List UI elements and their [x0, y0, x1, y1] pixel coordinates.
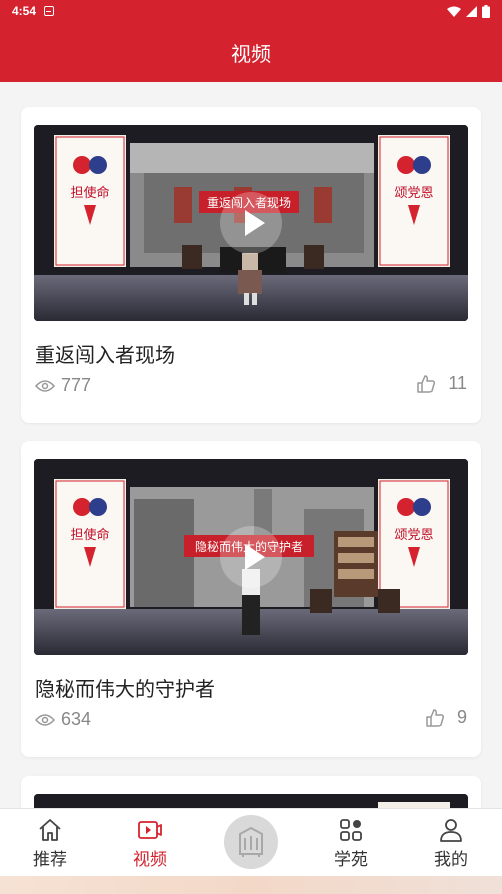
video-list[interactable]: 担使命 颂党恩 重返闯入者现场 重返闯入者现场 777 11 担使命 颂党恩 隐… — [0, 82, 502, 808]
video-thumbnail[interactable] — [34, 794, 468, 808]
video-title[interactable]: 隐秘而伟大的守护者 — [35, 673, 215, 702]
nav-item-recommend[interactable]: 推荐 — [10, 809, 90, 877]
nav-label: 推荐 — [33, 850, 67, 870]
view-count: 634 — [35, 709, 91, 730]
page-title: 视频 — [231, 41, 271, 66]
notification-icon — [44, 6, 55, 16]
play-icon[interactable] — [220, 526, 282, 588]
view-count-value: 777 — [61, 375, 92, 395]
status-bar: 4:54 — [0, 0, 502, 22]
video-thumbnail[interactable]: 担使命 颂党恩 重返闯入者现场 — [34, 125, 468, 321]
nav-label: 视频 — [133, 850, 167, 870]
nav-item-video[interactable]: 视频 — [110, 809, 190, 877]
wifi-icon — [447, 6, 461, 17]
grid-apps-icon — [340, 819, 362, 841]
view-count: 777 — [35, 375, 91, 396]
like-count: 11 — [448, 373, 467, 393]
thumbs-up-icon — [426, 708, 445, 727]
view-count-value: 634 — [61, 709, 92, 729]
side-banner-right: 颂党恩 — [394, 186, 433, 201]
home-icon — [39, 819, 61, 841]
center-logo-icon — [239, 826, 263, 857]
battery-icon — [482, 4, 490, 18]
nav-label: 学苑 — [334, 850, 368, 870]
nav-item-me[interactable]: 我的 — [411, 809, 491, 877]
status-icons — [447, 4, 490, 18]
video-card[interactable]: 担使命 颂党恩 重返闯入者现场 重返闯入者现场 777 11 — [21, 107, 481, 423]
thumbs-up-icon — [417, 374, 436, 393]
signal-icon — [466, 5, 477, 17]
like-count: 9 — [456, 707, 467, 727]
video-thumbnail[interactable]: 担使命 颂党恩 隐秘而伟大的守护者 — [34, 459, 468, 655]
nav-item-academy[interactable]: 学苑 — [311, 809, 391, 877]
nav-label: 我的 — [434, 850, 468, 870]
side-banner-left: 担使命 — [70, 527, 109, 543]
app-bar: 视频 — [0, 22, 502, 82]
center-logo-button[interactable] — [224, 815, 278, 869]
stage-scene-image — [34, 794, 468, 808]
play-icon[interactable] — [220, 192, 282, 254]
like-button[interactable]: 11 — [416, 373, 467, 394]
video-title[interactable]: 重返闯入者现场 — [35, 339, 175, 368]
video-card[interactable]: 担使命 颂党恩 隐秘而伟大的守护者 隐秘而伟大的守护者 634 9 — [21, 441, 481, 757]
status-time: 4:54 — [12, 4, 37, 18]
side-banner-right: 颂党恩 — [394, 528, 433, 543]
bottom-navigation: 推荐 视频 学苑 我的 — [0, 808, 502, 876]
video-card[interactable] — [21, 776, 481, 808]
eye-icon — [35, 713, 55, 726]
like-button[interactable]: 9 — [425, 707, 467, 728]
bottom-decoration — [0, 876, 502, 894]
eye-icon — [35, 379, 55, 392]
side-banner-left: 担使命 — [70, 185, 109, 201]
user-icon — [440, 819, 462, 842]
video-play-icon — [138, 821, 162, 839]
